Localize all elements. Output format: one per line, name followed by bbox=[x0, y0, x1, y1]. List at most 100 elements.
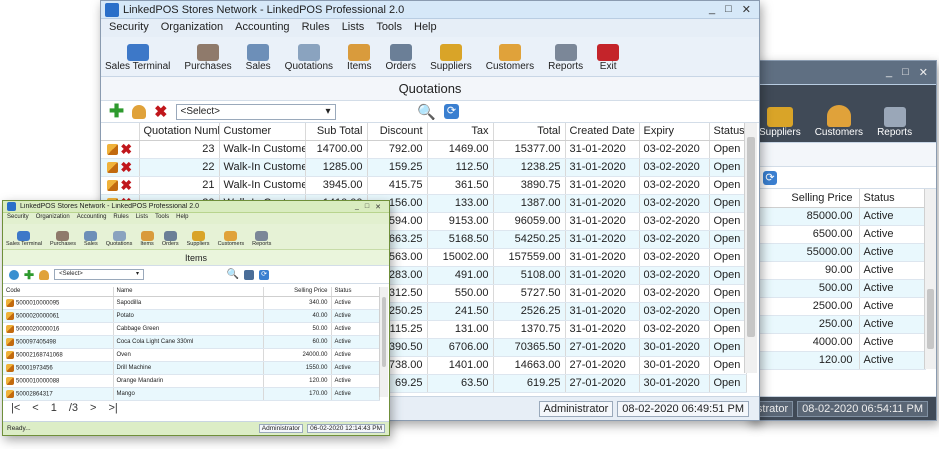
maximize-icon[interactable]: □ bbox=[365, 203, 369, 211]
table-row[interactable]: ✖ 22 Walk-In Customer 1285.00 159.25 112.50 12… bbox=[101, 158, 747, 177]
toolbar-exit[interactable]: Exit bbox=[597, 44, 620, 72]
menu-item-rules[interactable]: Rules bbox=[113, 214, 128, 223]
col-selling-price[interactable]: Selling Price bbox=[749, 189, 860, 208]
toolbar-suppliers[interactable]: Suppliers bbox=[430, 44, 472, 72]
col-total[interactable]: Total bbox=[493, 123, 566, 141]
toolbar-customers[interactable]: Customers bbox=[486, 44, 534, 72]
edit-icon[interactable] bbox=[6, 337, 14, 346]
pager-next[interactable]: > bbox=[90, 402, 96, 414]
menu-item-tools[interactable]: Tools bbox=[376, 21, 402, 35]
delete-icon[interactable]: ✖ bbox=[120, 142, 132, 156]
table-row[interactable]: 2500.00 Active bbox=[749, 297, 926, 316]
menu-item-help[interactable]: Help bbox=[176, 214, 188, 223]
maximize-icon[interactable]: □ bbox=[902, 66, 909, 79]
menu-item-security[interactable]: Security bbox=[7, 214, 29, 223]
menu-item-organization[interactable]: Organization bbox=[161, 21, 223, 35]
table-row[interactable]: ✖ 23 Walk-In Customer 14700.00 792.00 1469.00… bbox=[101, 140, 747, 159]
table-row[interactable]: 5000010000095 Sapodilla 340.00 Active bbox=[3, 296, 380, 310]
edit-user-icon[interactable] bbox=[39, 269, 50, 280]
table-row[interactable]: 90.00 Active bbox=[749, 261, 926, 280]
minimize-icon[interactable]: _ bbox=[355, 203, 359, 211]
menu-item-lists[interactable]: Lists bbox=[342, 21, 365, 35]
table-row[interactable]: 55000.00 Active bbox=[749, 243, 926, 262]
table-row[interactable]: ✖ 21 Walk-In Customer 3945.00 415.75 361.50 38… bbox=[101, 176, 747, 195]
delete-icon[interactable]: ✖ bbox=[120, 178, 132, 192]
close-icon[interactable]: ✕ bbox=[742, 3, 751, 16]
add-icon[interactable]: ✚ bbox=[24, 268, 34, 282]
menu-item-security[interactable]: Security bbox=[109, 21, 149, 35]
edit-icon[interactable] bbox=[6, 389, 14, 398]
pager-prev[interactable]: < bbox=[32, 402, 38, 414]
filter-select[interactable]: <Select> ▾ bbox=[175, 103, 336, 120]
toolbar-orders[interactable]: Orders bbox=[386, 44, 416, 72]
back-scrollbar[interactable] bbox=[924, 189, 936, 369]
col-sub-total[interactable]: Sub Total bbox=[305, 123, 368, 141]
delete-icon[interactable]: ✖ bbox=[154, 102, 167, 122]
refresh-icon[interactable]: ⟳ bbox=[763, 170, 777, 185]
items-scrollbar[interactable] bbox=[379, 287, 388, 397]
toolbar-sales-terminal[interactable]: Sales Terminal bbox=[105, 44, 170, 72]
edit-user-icon[interactable] bbox=[132, 104, 147, 119]
calendar-icon[interactable] bbox=[244, 269, 254, 280]
toolbar-orders[interactable]: Orders bbox=[162, 231, 179, 247]
search-icon[interactable]: 🔍 bbox=[417, 103, 436, 121]
toolbar-purchases[interactable]: Purchases bbox=[50, 231, 76, 247]
col-discount[interactable]: Discount bbox=[367, 123, 428, 141]
toolbar-customers[interactable]: Customers bbox=[815, 105, 863, 138]
close-icon[interactable]: ✕ bbox=[919, 66, 928, 79]
table-row[interactable]: 500097405498 Coca Cola Light Cane 330ml 60… bbox=[3, 335, 380, 349]
table-row[interactable]: 6500.00 Active bbox=[749, 225, 926, 244]
edit-icon[interactable] bbox=[6, 311, 14, 320]
main-scrollbar[interactable] bbox=[744, 123, 757, 373]
menu-item-help[interactable]: Help bbox=[414, 21, 437, 35]
edit-icon[interactable] bbox=[107, 143, 119, 155]
col-created-date[interactable]: Created Date bbox=[565, 123, 640, 141]
scroll-thumb[interactable] bbox=[382, 297, 386, 367]
edit-icon[interactable] bbox=[6, 298, 14, 307]
toolbar-items[interactable]: Items bbox=[140, 231, 154, 247]
menu-item-rules[interactable]: Rules bbox=[302, 21, 330, 35]
edit-icon[interactable] bbox=[107, 161, 119, 173]
toolbar-purchases[interactable]: Purchases bbox=[184, 44, 232, 72]
toolbar-suppliers[interactable]: Suppliers bbox=[187, 231, 210, 247]
menu-item-lists[interactable]: Lists bbox=[136, 214, 148, 223]
table-row[interactable]: 5000020000061 Potato 40.00 Active bbox=[3, 309, 380, 323]
toolbar-reports[interactable]: Reports bbox=[548, 44, 583, 72]
edit-icon[interactable] bbox=[6, 350, 14, 359]
scroll-thumb[interactable] bbox=[927, 289, 934, 349]
col-quotation-number[interactable]: Quotation Number bbox=[139, 123, 220, 141]
scroll-thumb[interactable] bbox=[747, 137, 755, 337]
pager-first[interactable]: |< bbox=[11, 402, 20, 414]
globe-icon[interactable] bbox=[9, 269, 19, 280]
toolbar-customers[interactable]: Customers bbox=[218, 231, 244, 247]
col-name[interactable]: Name bbox=[113, 287, 264, 297]
toolbar-items[interactable]: Items bbox=[347, 44, 372, 72]
table-row[interactable]: 50001973456 Drill Machine 1550.00 Active bbox=[3, 361, 380, 375]
edit-icon[interactable] bbox=[6, 363, 14, 372]
table-row[interactable]: 4000.00 Active bbox=[749, 333, 926, 352]
table-row[interactable]: 250.00 Active bbox=[749, 315, 926, 334]
refresh-icon[interactable]: ⟳ bbox=[259, 269, 269, 280]
col-status[interactable]: Status bbox=[331, 287, 380, 297]
toolbar-suppliers[interactable]: Suppliers bbox=[759, 107, 801, 138]
pager-last[interactable]: >| bbox=[108, 402, 117, 414]
minimize-icon[interactable]: _ bbox=[709, 3, 715, 16]
toolbar-sales[interactable]: Sales bbox=[84, 231, 98, 247]
delete-icon[interactable]: ✖ bbox=[120, 160, 132, 174]
table-row[interactable]: 50002168741068 Oven 24000.00 Active bbox=[3, 348, 380, 362]
toolbar-quotations[interactable]: Quotations bbox=[285, 44, 333, 72]
toolbar-sales[interactable]: Sales bbox=[246, 44, 271, 72]
filter-select[interactable]: <Select> ▾ bbox=[54, 269, 145, 280]
menu-item-tools[interactable]: Tools bbox=[155, 214, 169, 223]
menu-item-accounting[interactable]: Accounting bbox=[235, 21, 289, 35]
table-row[interactable]: 120.00 Active bbox=[749, 351, 926, 370]
edit-icon[interactable] bbox=[6, 376, 14, 385]
menu-item-accounting[interactable]: Accounting bbox=[77, 214, 107, 223]
minimize-icon[interactable]: _ bbox=[886, 66, 892, 79]
edit-icon[interactable] bbox=[6, 324, 14, 333]
col-code[interactable]: Code bbox=[3, 287, 114, 297]
table-row[interactable]: 85000.00 Active bbox=[749, 207, 926, 226]
refresh-icon[interactable]: ⟳ bbox=[444, 104, 459, 119]
table-row[interactable]: 5000010000088 Orange Mandarin 120.00 Active bbox=[3, 374, 380, 388]
col-status[interactable]: Status bbox=[859, 189, 926, 208]
